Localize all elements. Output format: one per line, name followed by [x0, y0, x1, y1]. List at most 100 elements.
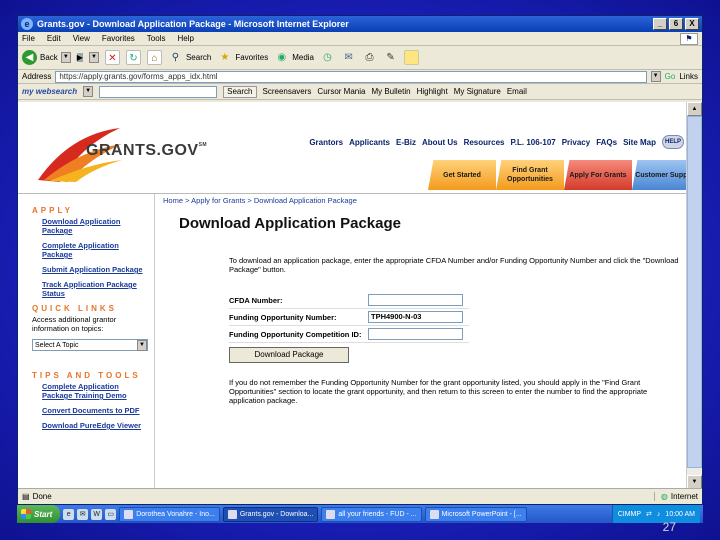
- search-icon: ⚲: [171, 52, 180, 63]
- link-my-signature[interactable]: My Signature: [454, 87, 501, 96]
- link-screensavers[interactable]: Screensavers: [263, 87, 312, 96]
- scroll-up-icon[interactable]: ▲: [687, 102, 702, 116]
- stop-icon[interactable]: ✕: [104, 50, 120, 65]
- nav-complete-application-package[interactable]: Complete Application Package: [42, 241, 150, 259]
- topnav-applicants[interactable]: Applicants: [349, 138, 390, 147]
- menu-view[interactable]: View: [73, 34, 90, 43]
- quick-links-heading: QUICK LINKS: [32, 304, 117, 313]
- tab-customer-support[interactable]: Customer Support: [632, 160, 688, 190]
- tray-network-icon[interactable]: ⇄: [646, 510, 652, 518]
- topic-select[interactable]: Select A Topic ▼: [32, 339, 148, 351]
- windows-flag-icon: [21, 509, 31, 519]
- help-button[interactable]: HELP: [662, 135, 684, 149]
- star-icon: ★: [220, 52, 230, 63]
- link-my-bulletin[interactable]: My Bulletin: [371, 87, 410, 96]
- tab-find-grant-opportunities[interactable]: Find Grant Opportunities: [496, 160, 564, 190]
- topnav-ebiz[interactable]: E-Biz: [396, 138, 416, 147]
- download-package-button[interactable]: Download Package: [229, 347, 349, 363]
- quicklaunch-mail-icon[interactable]: ✉: [77, 508, 89, 520]
- vertical-scrollbar[interactable]: ▲ ▼: [686, 102, 702, 489]
- nav-submit-application-package[interactable]: Submit Application Package: [42, 265, 150, 274]
- site-logo[interactable]: GRANTS.GOVSM: [86, 142, 207, 160]
- address-dropdown[interactable]: ▼: [650, 71, 661, 82]
- cfda-input[interactable]: [368, 294, 463, 306]
- competition-id-input[interactable]: [368, 328, 463, 340]
- title-bar[interactable]: e Grants.gov - Download Application Pack…: [18, 16, 702, 32]
- menu-help[interactable]: Help: [177, 34, 193, 43]
- websearch-dropdown[interactable]: ▼: [83, 86, 94, 97]
- links-label[interactable]: Links: [679, 72, 698, 81]
- security-zone: ◍ Internet: [653, 492, 698, 501]
- back-arrow-icon: ◀: [22, 50, 37, 65]
- history-icon[interactable]: ◷: [320, 50, 335, 65]
- go-button[interactable]: Go: [665, 72, 676, 81]
- quicklaunch-word-icon[interactable]: W: [91, 508, 103, 520]
- favorites-button[interactable]: ★ Favorites: [217, 50, 268, 65]
- address-label: Address: [22, 72, 52, 81]
- form-row-opportunity: Funding Opportunity Number: TPH4900-N-03: [229, 309, 469, 326]
- menu-tools[interactable]: Tools: [147, 34, 166, 43]
- breadcrumb[interactable]: Home > Apply for Grants > Download Appli…: [163, 196, 688, 205]
- topnav-pl[interactable]: P.L. 106-107: [511, 138, 556, 147]
- task-grants-browser[interactable]: Grants.gov - Downloa...: [222, 506, 319, 522]
- tray-clock: 10:00 AM: [665, 510, 695, 518]
- topnav-grantors[interactable]: Grantors: [309, 138, 343, 147]
- nav-training-demo[interactable]: Complete Application Package Training De…: [42, 382, 150, 400]
- media-button[interactable]: ◉ Media: [274, 50, 314, 65]
- scroll-thumb[interactable]: [687, 116, 702, 468]
- close-button[interactable]: X: [685, 18, 699, 30]
- address-input[interactable]: https://apply.grants.gov/forms_apps_idx.…: [55, 70, 647, 83]
- forward-button[interactable]: ▶: [76, 53, 83, 62]
- media-icon: ◉: [277, 52, 287, 63]
- back-dropdown[interactable]: ▼: [60, 52, 71, 63]
- nav-convert-to-pdf[interactable]: Convert Documents to PDF: [42, 406, 150, 415]
- topnav-about-us[interactable]: About Us: [422, 138, 458, 147]
- websearch-input[interactable]: [99, 85, 218, 98]
- site-top-nav: Grantors Applicants E-Biz About Us Resou…: [309, 135, 684, 149]
- system-tray: CIMMP ⇄ ♪ 10:00 AM: [611, 505, 700, 523]
- opportunity-number-label: Funding Opportunity Number:: [229, 312, 337, 322]
- notes-icon[interactable]: [404, 50, 420, 65]
- tray-label[interactable]: CIMMP: [618, 511, 641, 518]
- link-highlight[interactable]: Highlight: [417, 87, 448, 96]
- forward-dropdown[interactable]: ▼: [88, 52, 99, 63]
- link-cursor-mania[interactable]: Cursor Mania: [317, 87, 365, 96]
- task-fud[interactable]: all your friends - FUD - ...: [321, 506, 422, 522]
- topnav-resources[interactable]: Resources: [464, 138, 505, 147]
- quicklaunch-folder-icon[interactable]: ▭: [105, 508, 117, 520]
- tray-volume-icon[interactable]: ♪: [657, 511, 661, 518]
- home-icon[interactable]: ⌂: [146, 50, 162, 65]
- menu-favorites[interactable]: Favorites: [102, 34, 135, 43]
- opportunity-number-input[interactable]: TPH4900-N-03: [368, 311, 463, 323]
- search-button[interactable]: ⚲ Search: [168, 50, 212, 65]
- page-title: Download Application Package: [179, 215, 401, 232]
- websearch-button[interactable]: Search: [223, 85, 257, 98]
- link-email[interactable]: Email: [507, 87, 527, 96]
- quicklaunch-ie-icon[interactable]: e: [63, 508, 75, 520]
- tab-get-started[interactable]: Get Started: [428, 160, 496, 190]
- mail-icon[interactable]: ✉: [341, 50, 356, 65]
- task-powerpoint[interactable]: Microsoft PowerPoint - [...: [424, 506, 527, 522]
- start-button[interactable]: Start: [17, 505, 61, 523]
- restore-button[interactable]: 6: [669, 18, 683, 30]
- topnav-faqs[interactable]: FAQs: [596, 138, 617, 147]
- topnav-site-map[interactable]: Site Map: [623, 138, 656, 147]
- refresh-icon[interactable]: ↻: [125, 50, 141, 65]
- scroll-down-icon[interactable]: ▼: [687, 475, 702, 489]
- task-inbox[interactable]: Dorothea Vonahre - Ino...: [119, 506, 220, 522]
- back-button[interactable]: ◀ Back ▼: [22, 50, 71, 65]
- nav-track-application-package-status[interactable]: Track Application Package Status: [42, 280, 150, 298]
- topnav-privacy[interactable]: Privacy: [562, 138, 590, 147]
- nav-download-pureedge[interactable]: Download PureEdge Viewer: [42, 421, 150, 430]
- menu-edit[interactable]: Edit: [47, 34, 61, 43]
- web-page: GRANTS.GOVSM Grantors Applicants E-Biz A…: [18, 102, 688, 489]
- tab-apply-for-grants[interactable]: Apply For Grants: [564, 160, 632, 190]
- taskbar: Start e ✉ W ▭ Dorothea Vonahre - Ino... …: [17, 505, 703, 523]
- page-icon: ▤: [22, 492, 30, 501]
- minimize-button[interactable]: _: [653, 18, 667, 30]
- edit-icon[interactable]: ✎: [383, 50, 398, 65]
- chevron-down-icon: ▼: [137, 339, 147, 351]
- menu-file[interactable]: File: [22, 34, 35, 43]
- nav-download-application-package[interactable]: Download Application Package: [42, 217, 150, 235]
- print-icon[interactable]: ⎙: [362, 50, 377, 65]
